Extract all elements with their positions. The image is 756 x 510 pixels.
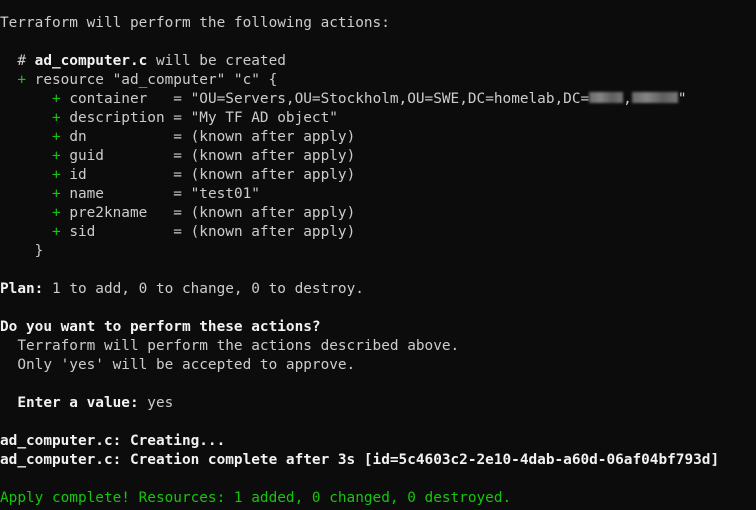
- creating-status: ad_computer.c: Creating...: [0, 433, 226, 449]
- resource-comment: # ad_computer.c will be created: [0, 53, 286, 69]
- plus-icon: +: [51, 167, 61, 183]
- redacted-blur: [589, 92, 624, 103]
- attr-pre2kname: + pre2kname = (known after apply): [51, 205, 356, 221]
- prompt-question: Do you want to perform these actions?: [0, 319, 321, 335]
- redacted-blur: [631, 92, 678, 103]
- plan-summary: Plan: 1 to add, 0 to change, 0 to destro…: [0, 281, 364, 297]
- terminal-window[interactable]: Terraform will perform the following act…: [0, 0, 756, 510]
- attr-description: + description = "My TF AD object": [51, 110, 338, 126]
- attr-guid: + guid = (known after apply): [51, 148, 356, 164]
- enter-value-prompt[interactable]: Enter a value: yes: [0, 394, 756, 413]
- plus-icon: +: [17, 72, 26, 88]
- plus-icon: +: [51, 91, 61, 107]
- attr-name: + name = "test01": [51, 186, 260, 202]
- attr-id: + id = (known after apply): [51, 167, 356, 183]
- plus-icon: +: [51, 129, 61, 145]
- prompt-approve-hint: Only 'yes' will be accepted to approve.: [0, 357, 356, 373]
- resource-address: ad_computer.c: [34, 53, 148, 69]
- apply-complete-message: Apply complete! Resources: 1 added, 0 ch…: [0, 490, 512, 506]
- plus-icon: +: [51, 110, 61, 126]
- plus-icon: +: [51, 148, 61, 164]
- plus-icon: +: [51, 224, 61, 240]
- plan-label: Plan:: [0, 281, 44, 297]
- attr-dn: + dn = (known after apply): [51, 129, 356, 145]
- plus-icon: +: [51, 186, 61, 202]
- enter-value-input[interactable]: yes: [139, 395, 173, 411]
- enter-value-label: Enter a value:: [0, 395, 139, 411]
- resource-block-close: }: [0, 243, 44, 259]
- attr-container: + container = "OU=Servers,OU=Stockholm,O…: [51, 91, 687, 107]
- plus-icon: +: [51, 205, 61, 221]
- resource-block-open: + resource "ad_computer" "c" {: [17, 72, 278, 88]
- prompt-description: Terraform will perform the actions descr…: [0, 338, 460, 354]
- plan-header: Terraform will perform the following act…: [0, 15, 390, 31]
- creation-complete-status: ad_computer.c: Creation complete after 3…: [0, 452, 720, 468]
- attr-sid: + sid = (known after apply): [51, 224, 356, 240]
